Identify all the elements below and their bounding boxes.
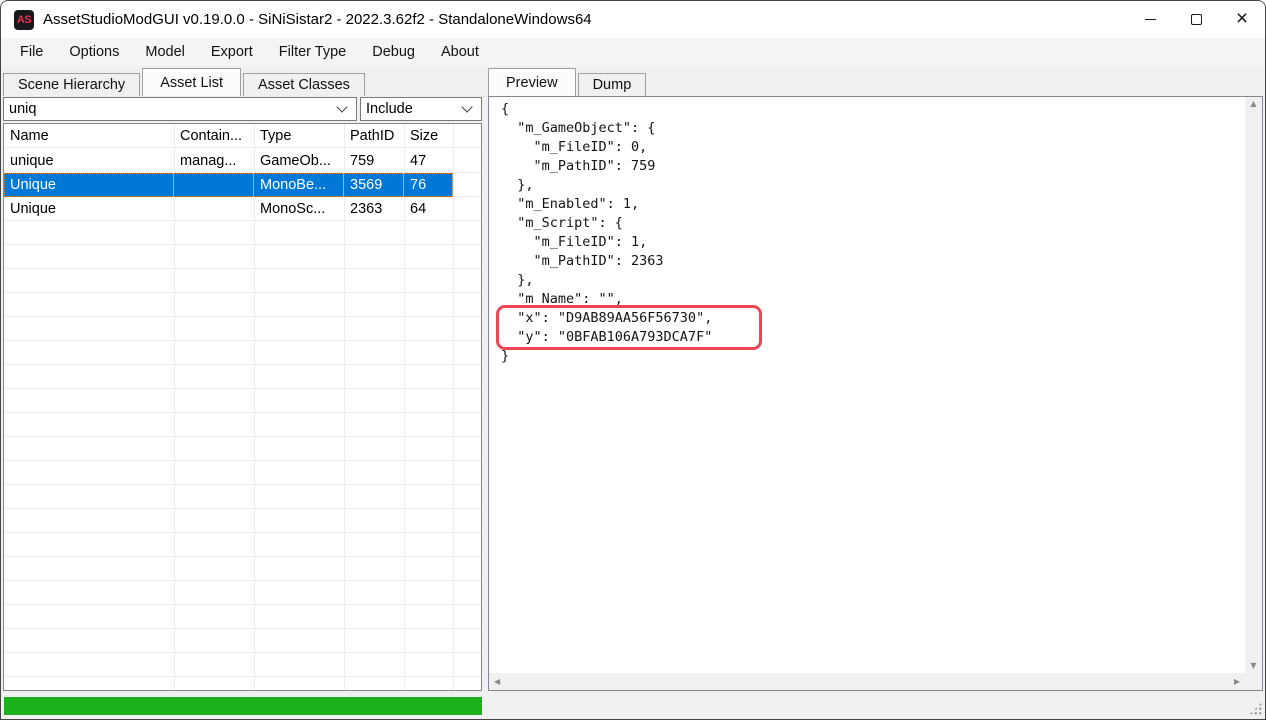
column-header-pathid[interactable]: PathID [344, 128, 404, 144]
menu-bar: File Options Model Export Filter Type De… [1, 38, 1265, 66]
preview-tabstrip: Preview Dump [488, 68, 1263, 96]
close-button[interactable]: × [1219, 1, 1265, 38]
status-bar [1, 693, 1265, 719]
menu-model[interactable]: Model [132, 40, 198, 64]
maximize-icon [1190, 14, 1202, 25]
titlebar: AS AssetStudioModGUI v0.19.0.0 - SiNiSis… [1, 1, 1265, 38]
cell-pathid: 3569 [344, 173, 404, 197]
table-row[interactable]: unique manag... GameOb... 759 47 [4, 149, 481, 173]
table-row-selected[interactable]: Unique MonoBe... 3569 76 [4, 173, 453, 197]
menu-debug[interactable]: Debug [359, 40, 428, 64]
preview-box: { "m_GameObject": { "m_FileID": 0, "m_Pa… [488, 96, 1263, 691]
chevron-down-icon[interactable] [336, 101, 348, 113]
cell-size: 76 [404, 173, 453, 197]
asset-tabstrip: Scene Hierarchy Asset List Asset Classes [3, 68, 482, 96]
cell-container [174, 173, 254, 197]
tab-preview[interactable]: Preview [488, 68, 576, 96]
column-header-container[interactable]: Contain... [174, 128, 254, 144]
app-logo-icon: AS [14, 9, 34, 30]
progress-bar [4, 697, 482, 715]
column-header-name[interactable]: Name [4, 128, 174, 144]
vertical-scrollbar[interactable]: ▲ ▼ [1245, 97, 1262, 673]
menu-options[interactable]: Options [56, 40, 132, 64]
search-row: uniq Include [3, 97, 482, 121]
tab-dump[interactable]: Dump [577, 73, 647, 96]
menu-filter-type[interactable]: Filter Type [266, 40, 359, 64]
cell-type: MonoBe... [254, 173, 344, 197]
listview-header: Name Contain... Type PathID Size [4, 124, 481, 148]
cell-size: 47 [410, 153, 427, 169]
column-header-type[interactable]: Type [254, 128, 344, 144]
menu-about[interactable]: About [428, 40, 492, 64]
app-logo-text: AS [16, 13, 32, 26]
scroll-left-icon[interactable]: ◀ [494, 677, 500, 686]
cell-pathid: 2363 [350, 201, 383, 217]
scroll-up-icon[interactable]: ▲ [1250, 100, 1256, 108]
cell-type: GameOb... [260, 153, 331, 169]
tab-asset-list[interactable]: Asset List [142, 68, 242, 96]
tab-asset-classes[interactable]: Asset Classes [243, 73, 365, 96]
progress-bar-fill [4, 697, 482, 715]
search-input[interactable]: uniq [9, 101, 338, 117]
cell-name: Unique [4, 173, 174, 197]
cell-size: 64 [410, 201, 427, 217]
preview-json-text: { "m_GameObject": { "m_FileID": 0, "m_Pa… [501, 101, 713, 364]
cell-container: manag... [180, 153, 237, 169]
filter-mode-value: Include [366, 101, 413, 117]
close-icon: × [1235, 7, 1249, 30]
preview-content: { "m_GameObject": { "m_FileID": 0, "m_Pa… [489, 97, 1245, 673]
preview-panel: Preview Dump { "m_GameObject": { "m_File… [488, 68, 1263, 693]
horizontal-scrollbar[interactable]: ◀ ▶ [489, 673, 1245, 690]
filter-mode-combobox[interactable]: Include [360, 97, 482, 121]
resize-grip-icon[interactable] [1249, 702, 1262, 715]
scrollbar-corner [1245, 673, 1262, 690]
menu-export[interactable]: Export [198, 40, 266, 64]
minimize-icon [1144, 19, 1156, 20]
tab-scene-hierarchy[interactable]: Scene Hierarchy [3, 73, 141, 96]
table-row[interactable]: Unique MonoSc... 2363 64 [4, 197, 481, 221]
asset-panel: Scene Hierarchy Asset List Asset Classes… [3, 68, 482, 693]
menu-file[interactable]: File [7, 40, 56, 64]
cell-type: MonoSc... [260, 201, 326, 217]
cell-name: Unique [10, 201, 56, 217]
cell-name: unique [10, 153, 54, 169]
main-content: Scene Hierarchy Asset List Asset Classes… [1, 66, 1265, 693]
chevron-down-icon[interactable] [461, 101, 473, 113]
maximize-button[interactable] [1173, 1, 1219, 38]
search-combobox[interactable]: uniq [3, 97, 357, 121]
window-controls: × [1127, 1, 1265, 38]
window-title: AssetStudioModGUI v0.19.0.0 - SiNiSistar… [43, 11, 592, 28]
cell-pathid: 759 [350, 153, 375, 169]
scroll-down-icon[interactable]: ▼ [1250, 662, 1256, 670]
listview-body: unique manag... GameOb... 759 47 Unique … [4, 149, 481, 690]
scroll-right-icon[interactable]: ▶ [1234, 677, 1240, 686]
app-window: AS AssetStudioModGUI v0.19.0.0 - SiNiSis… [0, 0, 1266, 720]
asset-listview[interactable]: Name Contain... Type PathID Size unique … [3, 123, 482, 691]
minimize-button[interactable] [1127, 1, 1173, 38]
column-header-size[interactable]: Size [404, 128, 453, 144]
